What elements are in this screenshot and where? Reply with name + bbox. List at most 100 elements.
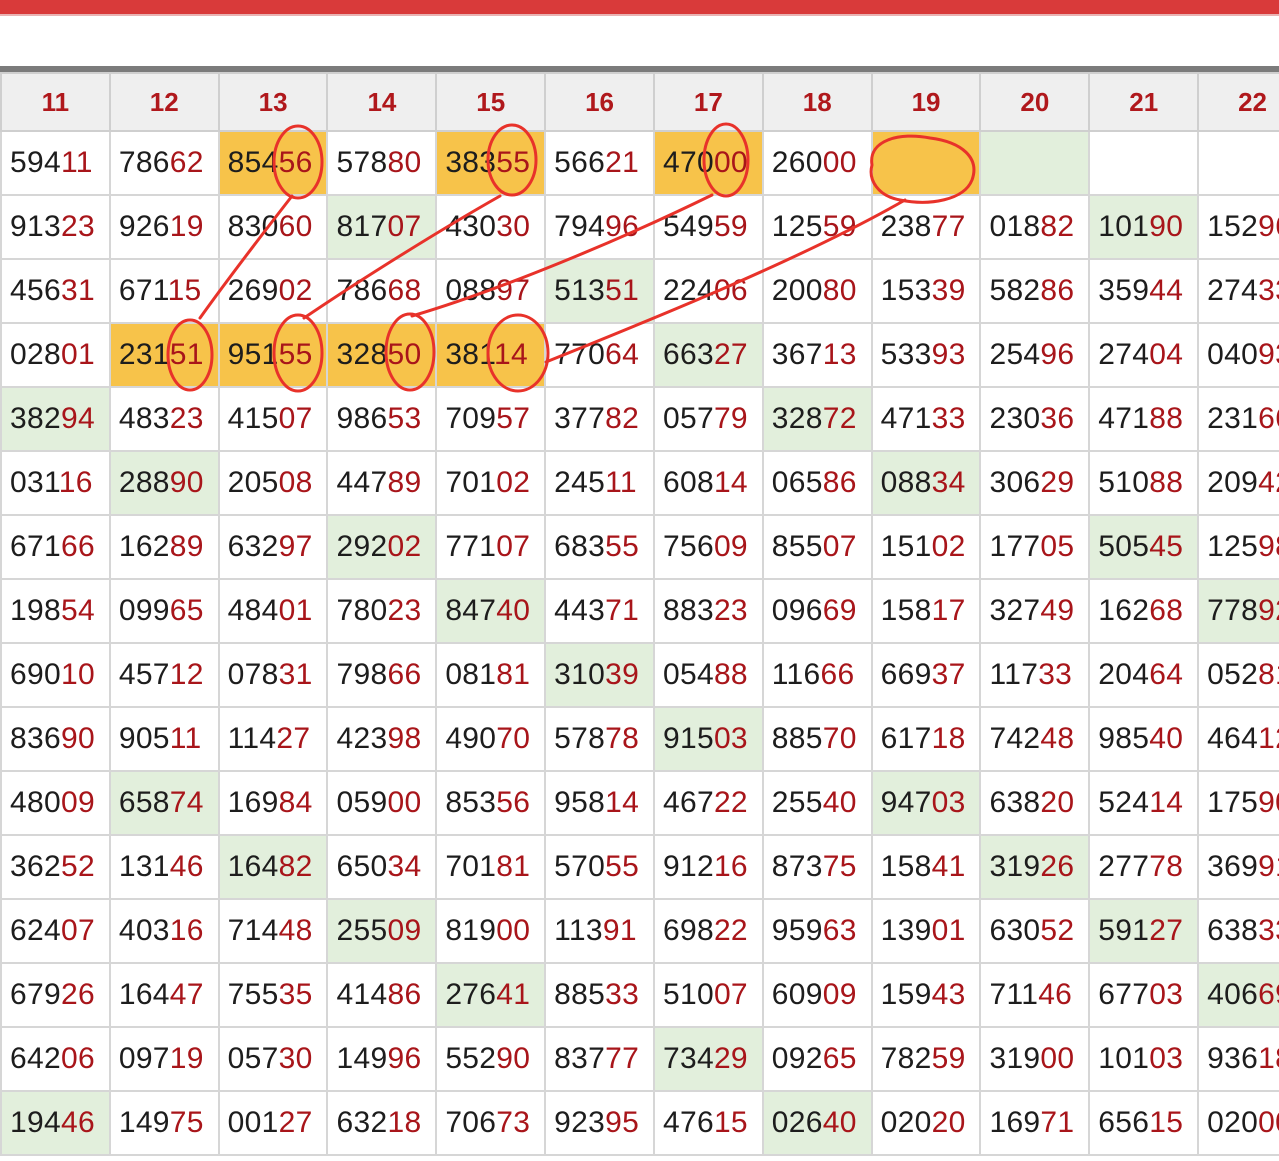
- number-cell: 32872: [761, 386, 873, 452]
- number-cell: 16447: [108, 962, 220, 1028]
- number-cell: 85507: [761, 514, 873, 580]
- number-cell: 25496: [979, 322, 1091, 388]
- number-cell: 63218: [326, 1090, 438, 1156]
- number-cell: 71448: [217, 898, 329, 964]
- number-cell: 40316: [108, 898, 220, 964]
- number-cell: 23877: [870, 194, 982, 260]
- table-row: 19854 09965 48401 78023 84740 44371 88323 09669…: [0, 578, 1279, 644]
- number-cell: 95814: [544, 770, 655, 836]
- column-header: 13: [217, 72, 329, 132]
- number-cell: 02801: [0, 322, 111, 388]
- table-row: 69010 45712 07831 79866 08181 31039 05488 11666…: [0, 642, 1279, 708]
- number-cell: 67703: [1088, 962, 1200, 1028]
- number-cell: 31039: [544, 642, 655, 708]
- number-cell: 44371: [544, 578, 655, 644]
- number-cell: 26902: [217, 258, 329, 324]
- table-row: 38294 48323 41507 98653 70957 37782 05779 32872…: [0, 386, 1279, 452]
- number-cell: 15296: [1197, 194, 1279, 260]
- number-cell: 88323: [652, 578, 764, 644]
- number-cell: 90511: [108, 706, 220, 772]
- header-row: 11 12 13 14 15 16 17 18 19 20 21 22: [0, 72, 1279, 132]
- number-cell: 08897: [435, 258, 547, 324]
- number-cell: 45712: [108, 642, 220, 708]
- table-row: 45631 67115 26902 78668 08897 51351 22406 20080…: [0, 258, 1279, 324]
- number-cell: 88533: [544, 962, 655, 1028]
- number-cell: 56621: [544, 130, 655, 196]
- number-cell: 60909: [761, 962, 873, 1028]
- number-cell: 00127: [217, 1090, 329, 1156]
- number-cell: 51007: [652, 962, 764, 1028]
- number-cell: 98540: [1088, 706, 1200, 772]
- number-cell: 20508: [217, 450, 329, 516]
- table-row: 67926 16447 75535 41486 27641 88533 51007 60909…: [0, 962, 1279, 1028]
- number-cell: 27641: [435, 962, 547, 1028]
- number-cell: 85356: [435, 770, 547, 836]
- number-cell: 63052: [979, 898, 1091, 964]
- table-row: 91323 92619 83060 81707 43030 79496 54959 12559…: [0, 194, 1279, 260]
- number-cell: 95155: [217, 322, 329, 388]
- number-cell: 50545: [1088, 514, 1200, 580]
- number-cell: 01882: [979, 194, 1091, 260]
- number-cell: 75535: [217, 962, 329, 1028]
- number-cell: 14996: [326, 1026, 438, 1092]
- number-cell: 73429: [652, 1026, 764, 1092]
- number-cell: 57878: [544, 706, 655, 772]
- number-cell: 74248: [979, 706, 1091, 772]
- column-header: 15: [435, 72, 547, 132]
- number-cell: 69822: [652, 898, 764, 964]
- number-cell: 02000: [1197, 1090, 1279, 1156]
- number-cell: 11427: [217, 706, 329, 772]
- number-cell: 78668: [326, 258, 438, 324]
- table-row: 02801 23151 95155 32850 38114 77064 66327 36713…: [0, 322, 1279, 388]
- number-cell: 47615: [652, 1090, 764, 1156]
- number-cell: 57055: [544, 834, 655, 900]
- number-cell: 65874: [108, 770, 220, 836]
- number-cell: 02640: [761, 1090, 873, 1156]
- number-cell: 64206: [0, 1026, 111, 1092]
- number-cell: 63297: [217, 514, 329, 580]
- number-cell: 05779: [652, 386, 764, 452]
- number-cell: 05730: [217, 1026, 329, 1092]
- number-cell: 25509: [326, 898, 438, 964]
- number-cell: 29202: [326, 514, 438, 580]
- number-cell: 06586: [761, 450, 873, 516]
- number-cell: 32749: [979, 578, 1091, 644]
- column-header: 22: [1197, 72, 1279, 132]
- number-cell: 69010: [0, 642, 111, 708]
- number-cell: 65034: [326, 834, 438, 900]
- column-header: 19: [870, 72, 982, 132]
- number-cell: 26000: [761, 130, 873, 196]
- number-cell: 13146: [108, 834, 220, 900]
- number-cell: [979, 130, 1091, 196]
- results-table-container: 11 12 13 14 15 16 17 18 19 20 21 22 59411 78662 85456…: [0, 72, 1279, 1161]
- table-row: 48009 65874 16984 05900 85356 95814 46722 25540…: [0, 770, 1279, 836]
- number-cell: 63820: [979, 770, 1091, 836]
- number-cell: 91216: [652, 834, 764, 900]
- number-cell: 71146: [979, 962, 1091, 1028]
- number-cell: 09965: [108, 578, 220, 644]
- number-cell: 27433: [1197, 258, 1279, 324]
- number-cell: 38114: [435, 322, 547, 388]
- number-cell: 31900: [979, 1026, 1091, 1092]
- number-cell: 36252: [0, 834, 111, 900]
- table-row: 03116 28890 20508 44789 70102 24511 60814 06586…: [0, 450, 1279, 516]
- number-cell: 84740: [435, 578, 547, 644]
- number-cell: 47133: [870, 386, 982, 452]
- number-cell: 58286: [979, 258, 1091, 324]
- number-cell: 13901: [870, 898, 982, 964]
- number-cell: 70957: [435, 386, 547, 452]
- number-cell: 81900: [435, 898, 547, 964]
- top-bar-shadow: [0, 14, 1279, 16]
- number-cell: 16268: [1088, 578, 1200, 644]
- number-cell: 53393: [870, 322, 982, 388]
- number-cell: 16984: [217, 770, 329, 836]
- number-cell: 65615: [1088, 1090, 1200, 1156]
- number-cell: 68355: [544, 514, 655, 580]
- number-cell: 44789: [326, 450, 438, 516]
- number-cell: 38294: [0, 386, 111, 452]
- number-cell: 15817: [870, 578, 982, 644]
- number-cell: 59411: [0, 130, 111, 196]
- top-bar: [0, 0, 1279, 14]
- number-cell: 38355: [435, 130, 547, 196]
- number-cell: 66327: [652, 322, 764, 388]
